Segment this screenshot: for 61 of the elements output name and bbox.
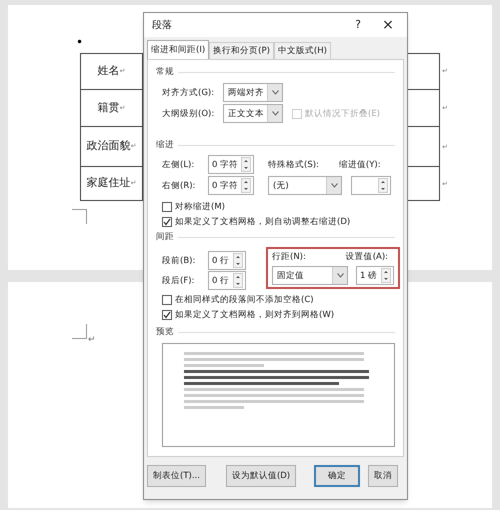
field-label: 对齐方式(G): (162, 86, 216, 98)
window-title: 段落 (152, 18, 173, 32)
table-cell-text: 政治面貌 (86, 138, 131, 154)
dialog-button[interactable]: 确定 (314, 465, 360, 487)
dropdown[interactable]: (无) (268, 176, 342, 195)
table-cell-text: 姓名 (98, 63, 120, 80)
dropdown[interactable]: 固定值 (272, 266, 348, 285)
checkbox[interactable] (162, 294, 172, 304)
field-label: 特殊格式(S): (268, 158, 319, 170)
section-heading: 常规 (156, 66, 174, 78)
checkbox[interactable] (162, 202, 172, 212)
spin-field[interactable] (351, 176, 391, 195)
spin-field[interactable]: 0 行 (208, 271, 246, 290)
margin-corner-mark (72, 209, 87, 224)
tab[interactable]: 缩进和间距(I) (147, 40, 210, 59)
spinner-arrows-icon[interactable] (233, 273, 243, 288)
checkbox-label: 默认情况下折叠(E) (305, 108, 380, 120)
spin-field[interactable]: 0 行 (208, 251, 246, 270)
paragraph-mark: ↵ (88, 334, 96, 346)
margin-corner-mark (72, 324, 87, 339)
checkbox-label: 在相同样式的段落间不添加空格(C) (175, 294, 314, 306)
section-heading: 预览 (156, 326, 174, 338)
field-label: 缩进值(Y): (338, 158, 381, 170)
spinner-arrows-icon[interactable] (381, 268, 391, 283)
dropdown[interactable]: 两端对齐 (223, 83, 283, 102)
spinner-arrows-icon[interactable] (241, 178, 251, 193)
checkbox[interactable] (162, 310, 172, 320)
dialog-button[interactable]: 取消 (368, 465, 398, 487)
field-label: 设置值(A): (346, 251, 388, 263)
tab[interactable]: 换行和分页(P) (209, 42, 274, 59)
bullet-mark: • (76, 35, 84, 49)
checkbox-label: 如果定义了文档网格，则自动调整右缩进(D) (175, 216, 350, 228)
spinner-arrows-icon[interactable] (378, 178, 388, 193)
section-heading: 间距 (156, 231, 174, 243)
chevron-down-icon (272, 111, 278, 116)
chevron-down-icon (272, 90, 278, 95)
table-cell-text: 籍贯 (98, 100, 120, 116)
spin-field[interactable]: 1 磅 (356, 266, 394, 285)
field-label: 大纲级别(O): (162, 108, 216, 120)
dialog-button[interactable]: 设为默认值(D) (226, 465, 296, 487)
field-label: 行距(N): (272, 251, 306, 263)
dropdown[interactable]: 正文文本 (223, 104, 283, 123)
field-label: 段后(F): (162, 274, 196, 286)
spin-field[interactable]: 0 字符 (208, 176, 254, 195)
dialog-button[interactable]: 制表位(T)... (147, 465, 206, 487)
help-button[interactable]: ? (347, 16, 369, 34)
table-cell-text: 家庭住址 (86, 175, 131, 192)
field-label: 左侧(L): (162, 158, 196, 170)
section-heading: 缩进 (156, 139, 174, 151)
close-button[interactable]: × (377, 14, 399, 36)
spinner-arrows-icon[interactable] (233, 253, 243, 268)
chevron-down-icon (336, 273, 344, 278)
checkbox-label: 对称缩进(M) (175, 200, 225, 212)
field-label: 段前(B): (162, 254, 196, 266)
field-label: 右侧(R): (162, 180, 196, 192)
spinner-arrows-icon[interactable] (241, 157, 251, 172)
tab[interactable]: 中文版式(H) (274, 42, 331, 59)
spin-field[interactable]: 0 字符 (208, 155, 254, 174)
checkbox[interactable] (162, 216, 172, 226)
checkbox-label: 如果定义了文档网格，则对齐到网格(W) (175, 308, 334, 320)
chevron-down-icon (330, 183, 338, 188)
